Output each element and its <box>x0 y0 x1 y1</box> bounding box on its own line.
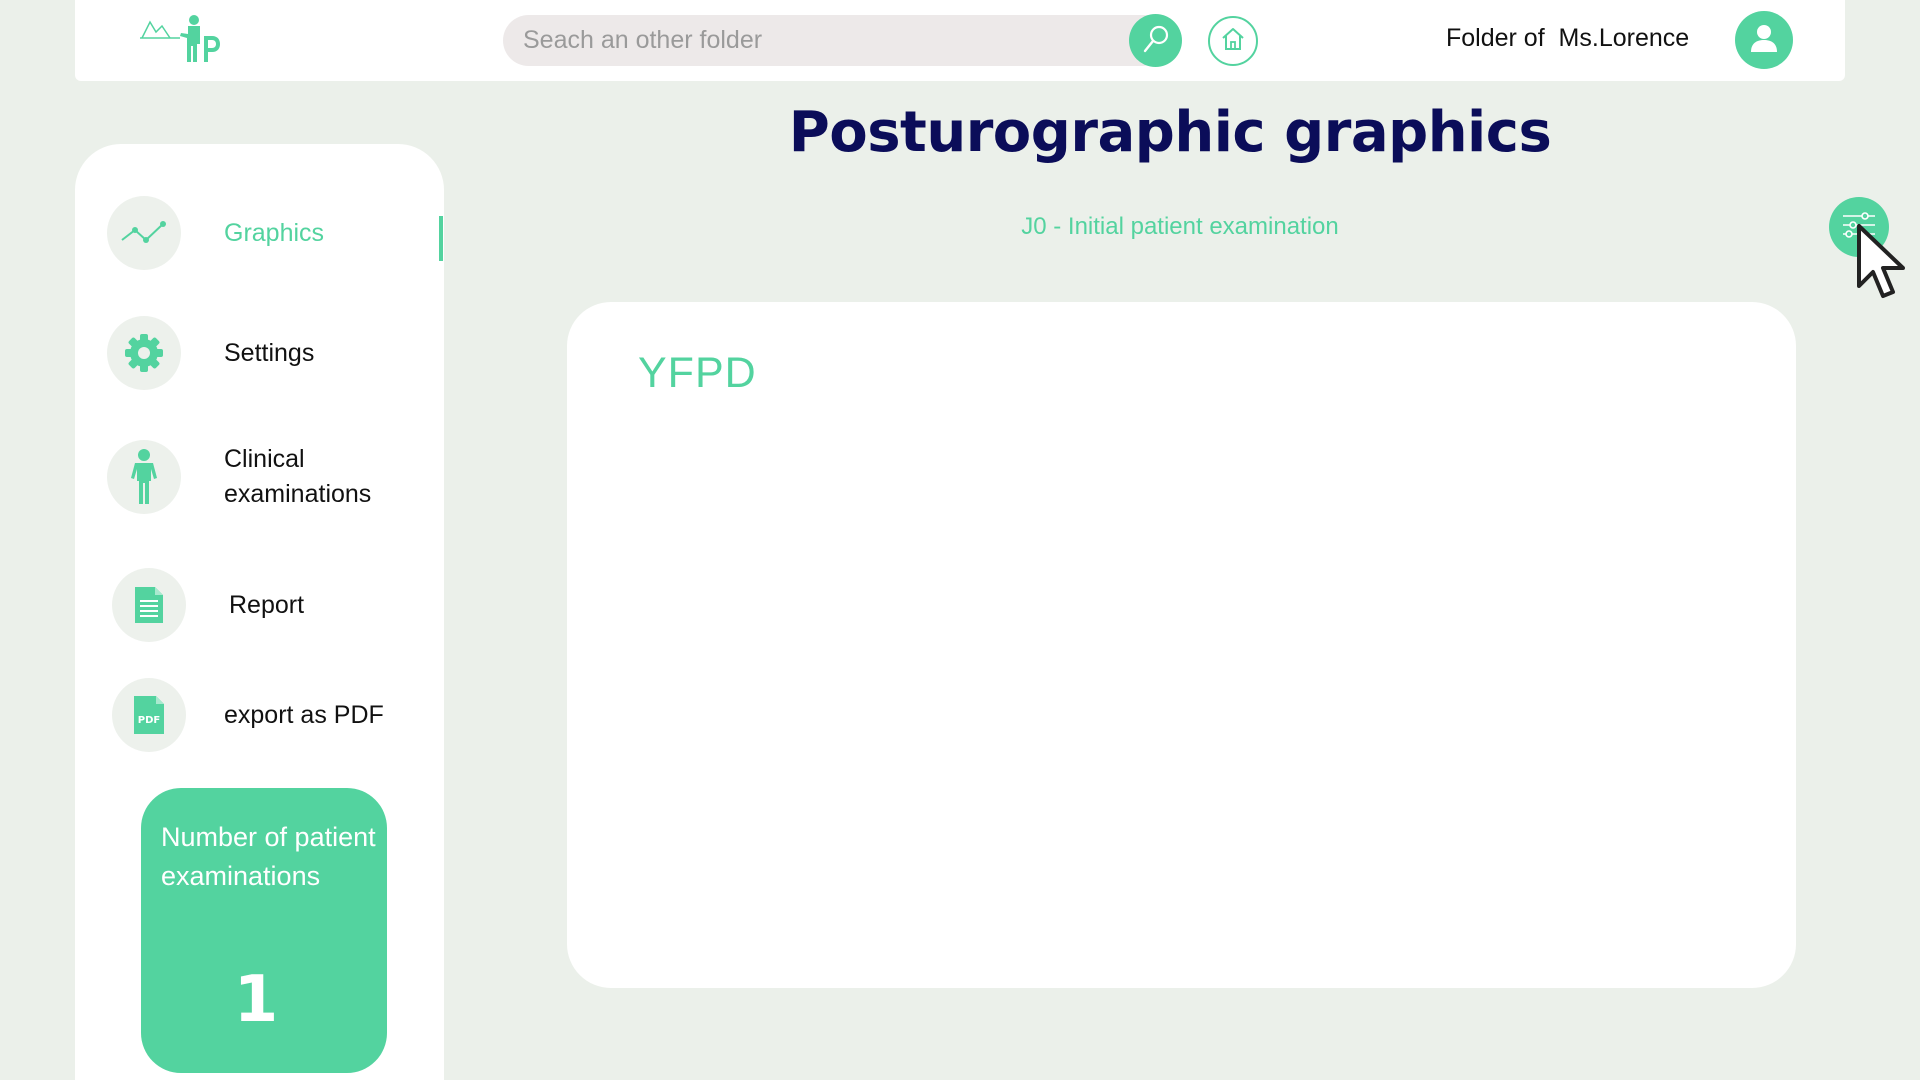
sidebar-item-label: export as PDF <box>224 700 384 729</box>
sliders-icon <box>1841 211 1877 243</box>
search-input[interactable] <box>523 15 1083 66</box>
folder-owner-label: Folder of Ms.Lorence <box>1446 24 1690 52</box>
exam-count-label: Number of patient examinations <box>161 822 376 891</box>
line-chart-icon <box>107 196 181 270</box>
graph-panel-title: YFPD <box>638 349 757 397</box>
sidebar-item-settings[interactable]: Settings <box>107 316 314 390</box>
filter-button[interactable] <box>1829 197 1889 257</box>
active-indicator <box>439 216 443 261</box>
pdf-badge-text: PDF <box>138 715 160 726</box>
graph-panel: YFPD <box>567 302 1796 988</box>
sidebar-item-graphics[interactable]: Graphics <box>107 196 324 270</box>
user-avatar[interactable] <box>1735 11 1793 69</box>
exam-count-card: Number of patient examinations 1 <box>141 788 387 1073</box>
pdf-file-icon: PDF <box>112 678 186 752</box>
document-icon <box>112 568 186 642</box>
search-bar <box>503 15 1168 66</box>
sidebar-item-label: Clinical examinations <box>224 445 372 508</box>
home-icon <box>1219 25 1247 57</box>
exam-count-value: 1 <box>233 963 279 1037</box>
home-button[interactable] <box>1208 16 1258 66</box>
page-title: Posturographic graphics <box>788 100 1552 165</box>
sidebar-item-label: Report <box>229 590 305 619</box>
sidebar-item-label: Settings <box>224 338 315 367</box>
search-button[interactable] <box>1129 14 1182 67</box>
sidebar-item-clinical-examinations[interactable]: Clinical examinations <box>107 440 414 514</box>
gear-icon <box>107 316 181 390</box>
user-icon <box>1748 22 1780 58</box>
app-logo[interactable] <box>140 14 230 66</box>
standing-person-icon <box>107 440 181 514</box>
examination-subtitle: J0 - Initial patient examination <box>1021 213 1339 240</box>
top-bar: Folder of Ms.Lorence <box>75 0 1845 81</box>
sidebar-item-export-pdf[interactable]: PDF export as PDF <box>112 678 384 752</box>
search-icon <box>1141 24 1171 58</box>
sidebar-item-report[interactable]: Report <box>112 568 304 642</box>
sidebar-item-label: Graphics <box>224 218 325 247</box>
